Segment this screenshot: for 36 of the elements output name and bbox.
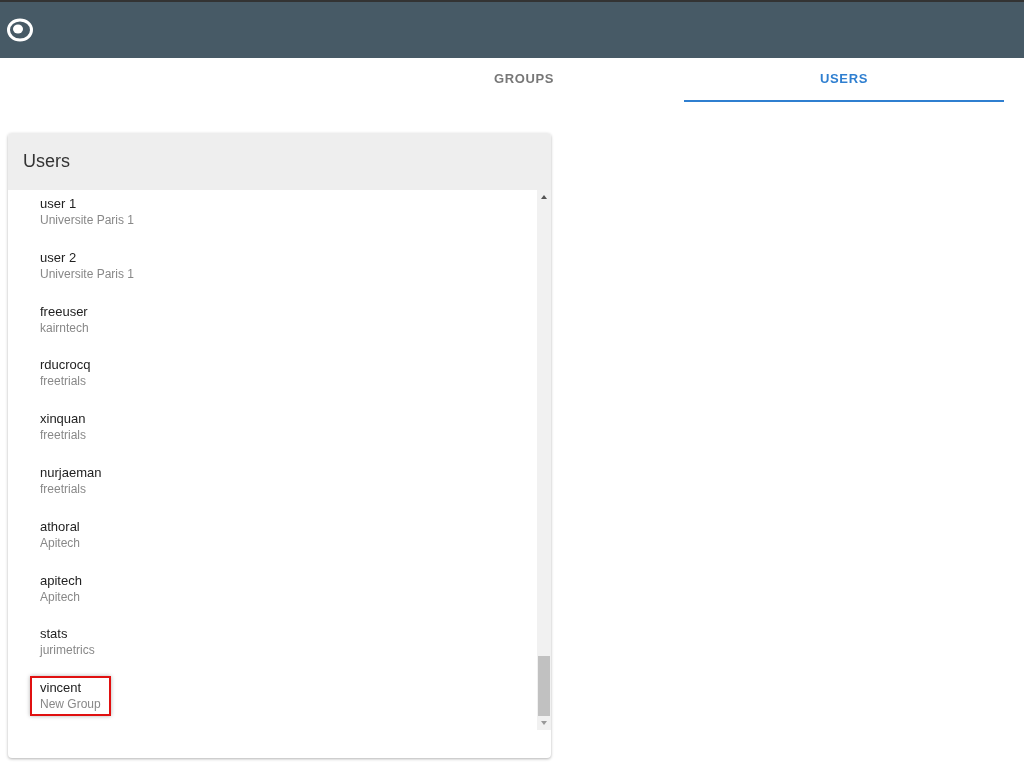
user-list-item[interactable]: nurjaeman freetrials <box>32 463 110 499</box>
user-name: apitech <box>40 572 82 589</box>
user-group: freetrials <box>40 373 91 390</box>
user-list-item[interactable]: vincent New Group <box>30 676 111 717</box>
user-name: rducrocq <box>40 357 91 374</box>
tab[interactable]: USERS <box>684 58 1004 102</box>
user-name: user 2 <box>40 249 78 266</box>
user-list-item[interactable]: apitech Apitech <box>32 570 90 607</box>
user-group: New Group <box>40 696 101 713</box>
user-list-item[interactable]: athoral Apitech <box>32 516 89 553</box>
user-group: freetrials <box>40 481 102 497</box>
user-group: Apitech <box>40 588 82 605</box>
user-list-item[interactable]: xinquan freetrials <box>32 409 94 446</box>
user-group: jurimetrics <box>40 642 95 659</box>
user-list-item[interactable]: user 2 Universite Paris 1 <box>32 247 143 284</box>
user-group: kairntech <box>40 319 89 336</box>
user-name: freeuser <box>40 303 89 320</box>
user-group: Universite Paris 1 <box>40 212 135 228</box>
user-list-item[interactable]: rducrocq freetrials <box>32 355 99 392</box>
user-group: Universite Paris 1 <box>40 265 135 282</box>
user-name: user 1 <box>40 196 78 212</box>
user-group: freetrials <box>40 427 86 444</box>
tab[interactable]: GROUPS <box>364 58 684 102</box>
user-name: vincent <box>40 680 83 697</box>
user-list-item[interactable]: stats jurimetrics <box>32 624 103 661</box>
eye-logo-icon[interactable] <box>6 17 34 43</box>
user-name: nurjaeman <box>40 465 102 481</box>
user-name: athoral <box>40 518 81 535</box>
scroll-thumb[interactable] <box>538 656 550 716</box>
user-list-item[interactable]: freeuser kairntech <box>32 301 97 338</box>
user-list-item[interactable]: user 1 Universite Paris 1 <box>32 194 143 230</box>
user-name: stats <box>40 626 69 643</box>
card-title: Users <box>23 150 70 173</box>
user-name: xinquan <box>40 411 86 428</box>
user-group: Apitech <box>40 534 81 551</box>
scrollbar[interactable] <box>537 190 551 730</box>
